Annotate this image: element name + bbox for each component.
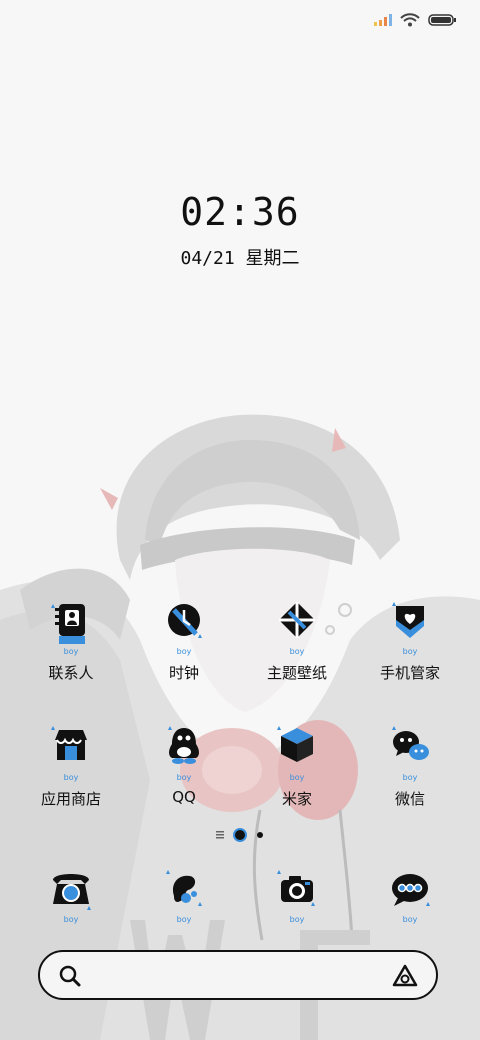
app-label: 米家	[281, 790, 312, 808]
app-label: 应用商店	[40, 790, 101, 808]
app-label: QQ	[172, 788, 196, 806]
icon-badge-text: boy	[289, 773, 305, 782]
clock-widget-time[interactable]: 02:36	[0, 190, 480, 234]
icon-badge-text: boy	[289, 915, 305, 924]
search-icon[interactable]	[58, 964, 82, 988]
app-contacts[interactable]: boy 联系人	[15, 598, 127, 683]
phone-icon: boy	[43, 866, 99, 924]
messages-icon: boy	[382, 866, 438, 924]
icon-badge-text: boy	[176, 773, 192, 782]
assistant-icon[interactable]	[392, 964, 418, 988]
icon-badge-text: boy	[402, 915, 418, 924]
contacts-icon: boy	[43, 598, 99, 656]
app-label: 时钟	[168, 664, 199, 682]
icon-badge-text: boy	[176, 915, 192, 924]
page-indicator[interactable]	[0, 827, 480, 843]
security-icon: boy	[382, 598, 438, 656]
dock-gallery[interactable]: boy	[128, 866, 240, 924]
icon-badge-text: boy	[402, 647, 418, 656]
battery-icon	[428, 14, 456, 26]
dock-messages[interactable]: boy	[354, 866, 466, 924]
mijia-icon: boy	[269, 724, 325, 782]
clock-icon: boy	[156, 598, 212, 656]
status-bar	[374, 10, 456, 30]
wifi-icon	[400, 13, 420, 27]
app-wechat[interactable]: boy 微信	[354, 724, 466, 809]
icon-badge-text: boy	[176, 647, 192, 656]
app-security[interactable]: boy 手机管家	[354, 598, 466, 683]
page-dot[interactable]	[256, 831, 264, 839]
page-dot-active[interactable]	[232, 827, 248, 843]
app-label: 联系人	[48, 664, 94, 682]
app-label: 主题壁纸	[266, 664, 327, 682]
app-label: 手机管家	[379, 664, 440, 682]
app-themes[interactable]: boy 主题壁纸	[241, 598, 353, 683]
menu-lines-icon	[216, 831, 224, 839]
app-store-icon: boy	[43, 724, 99, 782]
icon-badge-text: boy	[63, 915, 79, 924]
icon-badge-text: boy	[402, 773, 418, 782]
themes-icon: boy	[269, 598, 325, 656]
app-store[interactable]: boy 应用商店	[15, 724, 127, 809]
icon-badge-text: boy	[63, 773, 79, 782]
camera-icon: boy	[269, 866, 325, 924]
search-bar[interactable]	[38, 950, 438, 1000]
icon-badge-text: boy	[63, 647, 79, 656]
app-clock[interactable]: boy 时钟	[128, 598, 240, 683]
wechat-icon: boy	[382, 724, 438, 782]
app-qq[interactable]: boy QQ	[128, 724, 240, 806]
signal-icon	[374, 14, 392, 26]
app-mijia[interactable]: boy 米家	[241, 724, 353, 809]
app-label: 微信	[394, 790, 425, 808]
dock-camera[interactable]: boy	[241, 866, 353, 924]
dock-phone[interactable]: boy	[15, 866, 127, 924]
icon-badge-text: boy	[289, 647, 305, 656]
qq-icon: boy	[156, 724, 212, 782]
gallery-icon: boy	[156, 866, 212, 924]
clock-widget-date: 04/21 星期二	[180, 248, 300, 269]
